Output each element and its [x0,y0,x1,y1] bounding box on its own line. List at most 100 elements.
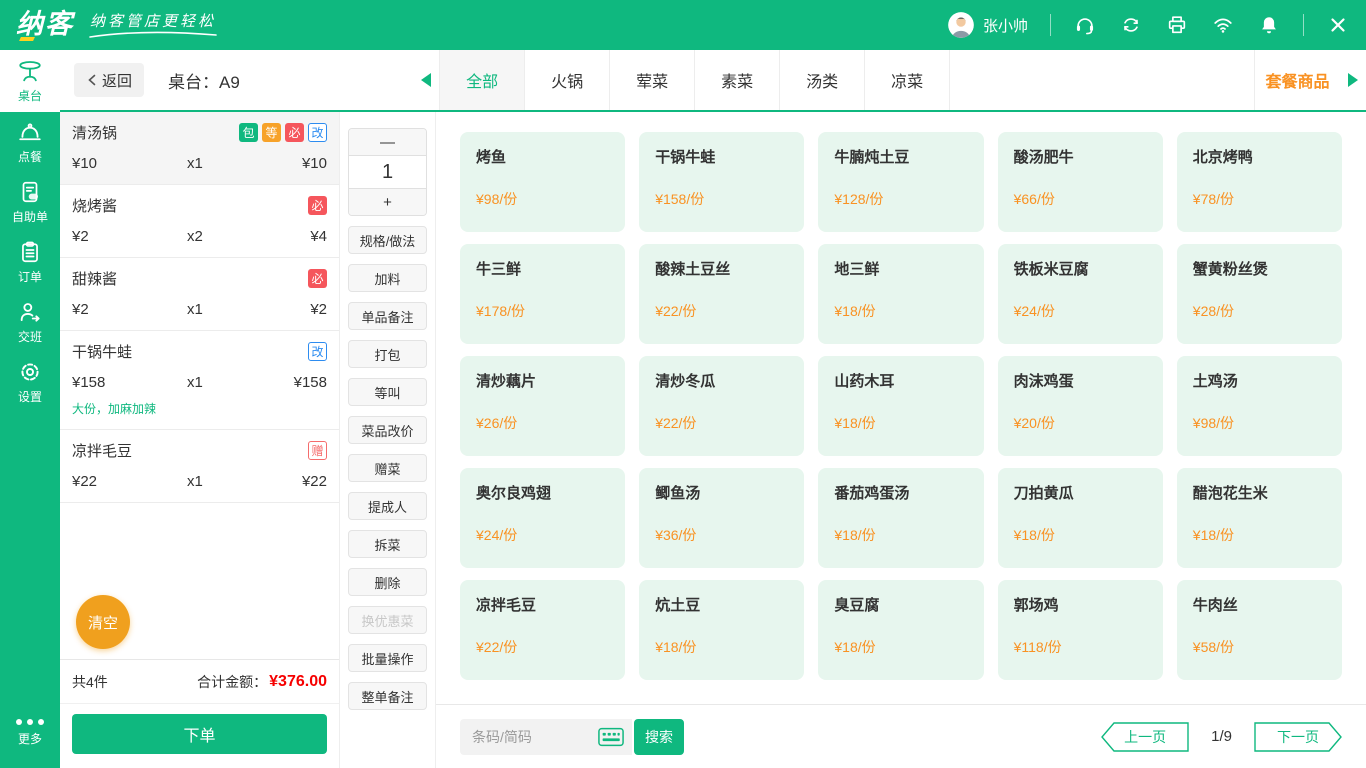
action-button[interactable]: 等叫 [348,378,427,406]
table-icon [19,61,41,82]
prev-page-label: 上一页 [1124,728,1167,745]
action-button[interactable]: 批量操作 [348,644,427,672]
action-buttons: 规格/做法 加料 单品备注 打包 等叫 菜品改价 赠菜 提成人 拆菜 删除 换优… [348,226,427,720]
category-tab[interactable]: 汤类 [780,50,866,110]
action-button[interactable]: 菜品改价 [348,416,427,444]
action-button[interactable]: 换优惠菜 [348,606,427,634]
action-button[interactable]: 提成人 [348,492,427,520]
close-icon[interactable] [1326,13,1350,37]
category-tab[interactable]: 凉菜 [865,50,951,110]
bell-icon[interactable] [1257,13,1281,37]
sidebar-item-settings[interactable]: 设置 [0,352,60,412]
product-card[interactable]: 牛肉丝 ¥58/份 [1176,580,1342,680]
category-tab[interactable]: 火锅 [525,50,611,110]
action-button[interactable]: 赠菜 [348,454,427,482]
product-name: 清炒冬瓜 [655,373,716,390]
category-scroll-right-icon[interactable] [1348,73,1358,87]
category-tab[interactable]: 素菜 [695,50,781,110]
cart-item-total: ¥4 [310,228,327,245]
cart-item-badges: 包等必改 [239,123,327,142]
action-button[interactable]: 删除 [348,568,427,596]
cart-item[interactable]: 烧烤酱 必 ¥2 x2 ¥4 [60,185,339,258]
printer-icon[interactable] [1165,13,1189,37]
sidebar-item-self-order[interactable]: 自助单 [0,172,60,232]
user-menu[interactable]: 张小帅 [947,11,1028,39]
product-card[interactable]: 烤鱼 ¥98/份 [460,132,626,232]
product-card[interactable]: 北京烤鸭 ¥78/份 [1176,132,1342,232]
cart-item-qty: x2 [187,228,203,245]
action-button[interactable]: 拆菜 [348,530,427,558]
cart-item[interactable]: 干锅牛蛙 改 ¥158 x1 ¥158 大份，加麻加辣 [60,331,339,430]
shift-icon [20,303,40,322]
cart-item-badges: 必 [308,196,327,215]
cart-item-qty: x1 [187,301,203,318]
product-price: ¥36/份 [655,527,697,543]
sidebar-item-order-food[interactable]: 点餐 [0,112,60,172]
product-card[interactable]: 酸辣土豆丝 ¥22/份 [639,244,805,344]
sidebar-item-shift[interactable]: 交班 [0,292,60,352]
product-card[interactable]: 牛腩炖土豆 ¥128/份 [818,132,984,232]
category-scroll-left-icon[interactable] [421,73,432,87]
product-card[interactable]: 清炒藕片 ¥26/份 [460,356,626,456]
product-card[interactable]: 清炒冬瓜 ¥22/份 [639,356,805,456]
sync-icon[interactable] [1119,13,1143,37]
headset-icon[interactable] [1073,13,1097,37]
topbar: 返回 桌台：A9 全部 火锅 荤菜 素菜 汤类 凉菜 套餐商品 [60,50,1366,112]
product-card[interactable]: 醋泡花生米 ¥18/份 [1176,468,1342,568]
back-button[interactable]: 返回 [74,63,145,97]
cart-item-price: ¥2 [72,301,89,318]
product-name: 臭豆腐 [834,597,880,614]
product-price: ¥18/份 [834,527,876,543]
action-button[interactable]: 单品备注 [348,302,427,330]
sidebar-item-tables[interactable]: 桌台 [0,50,60,112]
product-card[interactable]: 番茄鸡蛋汤 ¥18/份 [818,468,984,568]
product-card[interactable]: 奥尔良鸡翅 ¥24/份 [460,468,626,568]
product-name: 土鸡汤 [1192,373,1238,390]
product-card[interactable]: 土鸡汤 ¥98/份 [1176,356,1342,456]
cart-item-name: 清汤锅 [72,125,118,142]
product-card[interactable]: 蟹黄粉丝煲 ¥28/份 [1176,244,1342,344]
category-tab[interactable]: 荤菜 [610,50,696,110]
product-price: ¥18/份 [1013,527,1055,543]
action-button[interactable]: 加料 [348,264,427,292]
cart-item-badges: 必 [308,269,327,288]
qty-plus-button[interactable]: + [349,189,426,215]
item-badge: 改 [308,123,327,142]
search-button[interactable]: 搜索 [634,718,684,755]
product-card[interactable]: 炕土豆 ¥18/份 [639,580,805,680]
keyboard-icon[interactable] [598,727,624,747]
action-button[interactable]: 规格/做法 [348,226,427,254]
combo-products-button[interactable]: 套餐商品 [1254,50,1340,110]
product-card[interactable]: 臭豆腐 ¥18/份 [818,580,984,680]
product-card[interactable]: 干锅牛蛙 ¥158/份 [639,132,805,232]
cart-item[interactable]: 凉拌毛豆 赠 ¥22 x1 ¥22 [60,430,339,503]
place-order-button[interactable]: 下单 [72,714,327,754]
product-name: 炕土豆 [655,597,701,614]
product-card[interactable]: 刀拍黄瓜 ¥18/份 [997,468,1163,568]
clear-cart-button[interactable]: 清空 [76,595,130,649]
product-card[interactable]: 铁板米豆腐 ¥24/份 [997,244,1163,344]
product-card[interactable]: 牛三鲜 ¥178/份 [460,244,626,344]
category-tab[interactable]: 全部 [440,50,526,110]
product-card[interactable]: 鲫鱼汤 ¥36/份 [639,468,805,568]
header-divider [1303,14,1304,36]
wifi-icon[interactable] [1211,13,1235,37]
action-button[interactable]: 打包 [348,340,427,368]
next-page-button[interactable]: 下一页 [1254,721,1342,752]
product-card[interactable]: 地三鲜 ¥18/份 [818,244,984,344]
product-card[interactable]: 山药木耳 ¥18/份 [818,356,984,456]
cart-item[interactable]: 甜辣酱 必 ¥2 x1 ¥2 [60,258,339,331]
prev-page-button[interactable]: 上一页 [1101,721,1189,752]
sidebar-item-orders[interactable]: 订单 [0,232,60,292]
product-card[interactable]: 郭场鸡 ¥118/份 [997,580,1163,680]
more-dots-icon [16,719,44,725]
action-button[interactable]: 整单备注 [348,682,427,710]
cart-item[interactable]: 清汤锅 包等必改 ¥10 x1 ¥10 [60,112,339,185]
cart-item-price: ¥10 [72,155,98,172]
product-card[interactable]: 凉拌毛豆 ¥22/份 [460,580,626,680]
qty-minus-button[interactable]: — [349,129,426,155]
product-card[interactable]: 酸汤肥牛 ¥66/份 [997,132,1163,232]
sidebar-item-more[interactable]: 更多 [0,698,60,768]
product-card[interactable]: 肉沫鸡蛋 ¥20/份 [997,356,1163,456]
product-price: ¥18/份 [1192,527,1235,543]
